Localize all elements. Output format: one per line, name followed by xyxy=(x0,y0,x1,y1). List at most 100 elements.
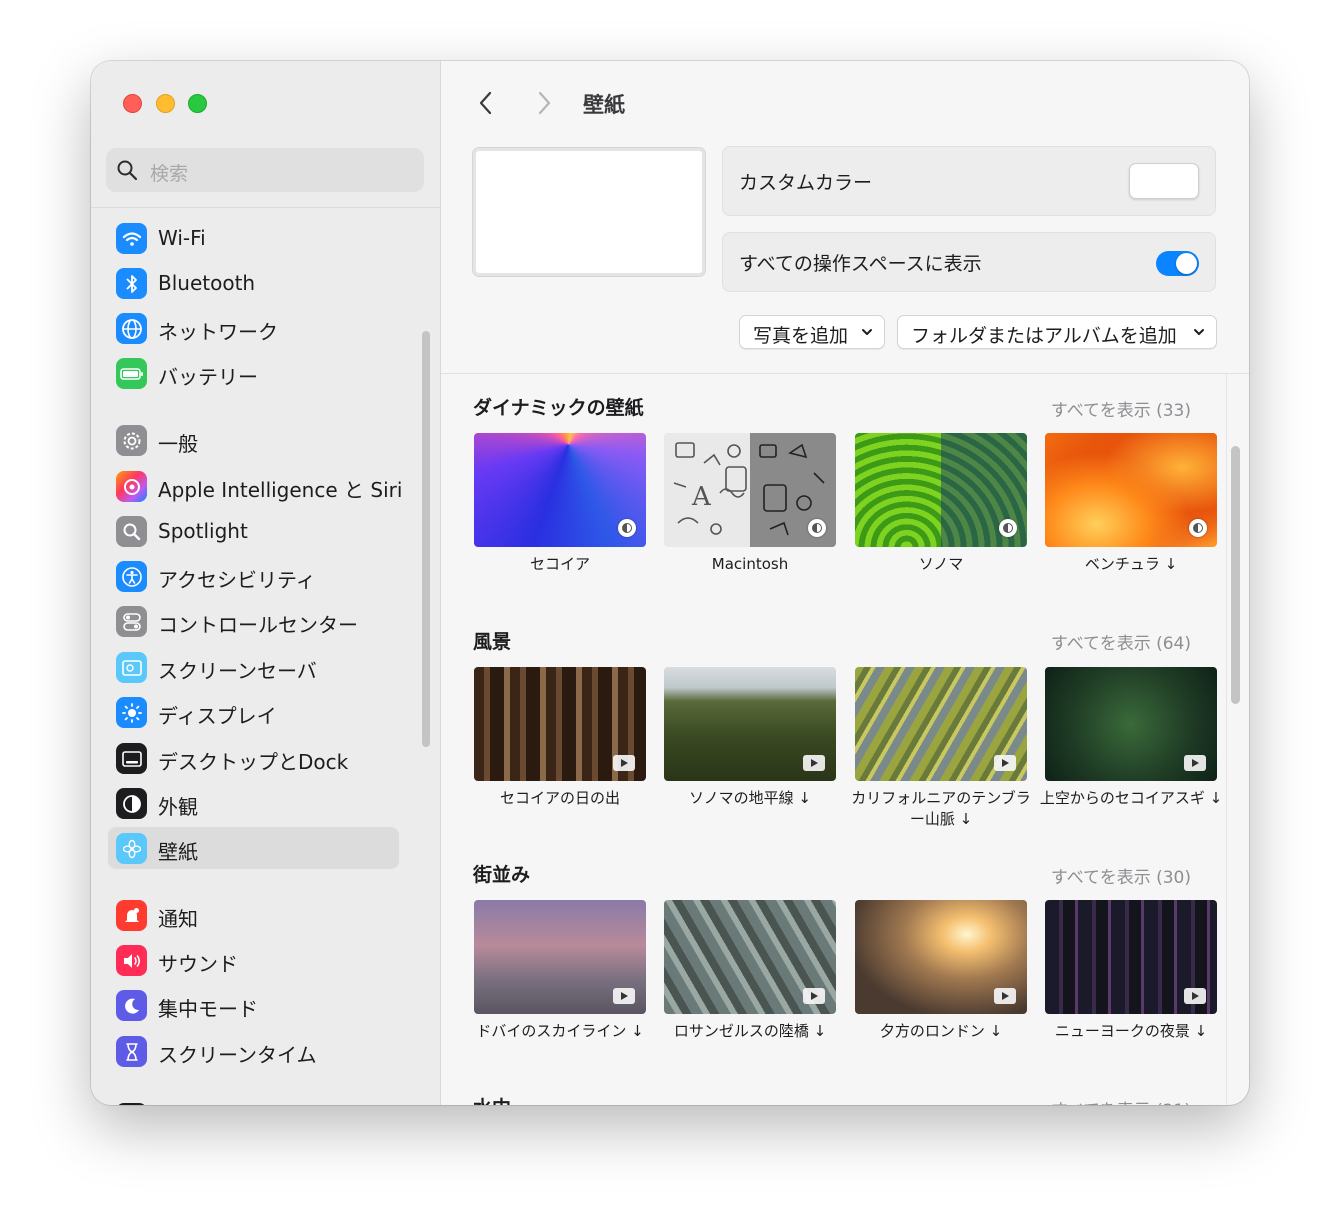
wallpaper-caption: カリフォルニアのテンブラー山脈 ↓ xyxy=(851,789,1031,828)
play-badge-icon xyxy=(1184,755,1206,771)
sidebar-item-accessibility[interactable]: アクセシビリティ xyxy=(108,555,399,597)
sidebar-item-sound[interactable]: サウンド xyxy=(108,939,399,981)
show-all-underwater[interactable]: すべてを表示 (21) xyxy=(1051,1096,1191,1105)
add-photo-label: 写真を追加 xyxy=(753,325,849,347)
wallpaper-thumb-sonoma-horizon[interactable] xyxy=(664,667,836,781)
sidebar-item-partial[interactable] xyxy=(108,1097,399,1105)
show-all-landscape[interactable]: すべてを表示 (64) xyxy=(1051,629,1191,654)
wallpaper-caption: ソノマ xyxy=(918,555,964,573)
section-title-landscape: 風景 xyxy=(473,631,512,653)
screensaver-icon xyxy=(116,652,147,683)
wallpaper-thumb-la-overpass[interactable] xyxy=(664,900,836,1014)
custom-color-label: カスタムカラー xyxy=(739,172,873,194)
sidebar-item-desktop-dock[interactable]: デスクトップとDock xyxy=(108,737,399,779)
play-badge-icon xyxy=(613,988,635,1004)
sun-icon xyxy=(116,697,147,728)
sidebar-item-wifi[interactable]: Wi-Fi xyxy=(108,217,399,259)
hourglass-icon xyxy=(116,1036,147,1067)
svg-text:A: A xyxy=(691,482,712,512)
search-icon xyxy=(117,160,138,181)
forward-chevron-icon[interactable] xyxy=(533,89,555,117)
wallpaper-thumb-london[interactable] xyxy=(855,900,1027,1014)
sidebar-item-notifications[interactable]: 通知 xyxy=(108,894,399,936)
wallpaper-caption: 上空からのセコイアスギ ↓ xyxy=(1039,789,1223,807)
wallpaper-icon xyxy=(116,833,147,864)
show-all-cityscape[interactable]: すべてを表示 (30) xyxy=(1051,863,1191,888)
add-folder-popup[interactable]: フォルダまたはアルバムを追加 xyxy=(897,315,1217,349)
play-badge-icon xyxy=(994,988,1016,1004)
sidebar-item-screensaver[interactable]: スクリーンセーバ xyxy=(108,646,399,688)
sidebar-item-spotlight[interactable]: Spotlight xyxy=(108,510,399,552)
wallpaper-caption: ソノマの地平線 ↓ xyxy=(689,789,811,807)
wallpaper-caption: ドバイのスカイライン ↓ xyxy=(476,1022,644,1040)
color-swatch-button[interactable] xyxy=(1129,163,1199,199)
dynamic-badge-icon xyxy=(618,519,636,537)
wallpaper-thumb-macintosh[interactable]: A xyxy=(664,433,836,547)
sidebar-item-screen-time[interactable]: スクリーンタイム xyxy=(108,1030,399,1072)
wallpaper-caption: ロサンゼルスの陸橋 ↓ xyxy=(673,1022,827,1040)
wallpaper-caption: 夕方のロンドン ↓ xyxy=(879,1022,1003,1040)
sidebar-item-label: アクセシビリティ xyxy=(158,568,316,592)
sidebar-item-focus[interactable]: 集中モード xyxy=(108,984,399,1026)
wifi-icon xyxy=(116,223,147,254)
sidebar-item-label: 集中モード xyxy=(158,997,258,1021)
moon-icon xyxy=(116,990,147,1021)
section-title-cityscape: 街並み xyxy=(473,864,531,886)
add-photo-popup[interactable]: 写真を追加 xyxy=(739,315,885,349)
sidebar-item-bluetooth[interactable]: Bluetooth xyxy=(108,262,399,304)
sidebar-item-network[interactable]: ネットワーク xyxy=(108,307,399,349)
minimize-window-button[interactable] xyxy=(156,94,175,113)
zoom-window-button[interactable] xyxy=(188,94,207,113)
sidebar-item-label: バッテリー xyxy=(158,365,258,389)
wallpaper-thumb-dubai[interactable] xyxy=(474,900,646,1014)
wallpaper-thumb-ventura[interactable] xyxy=(1045,433,1217,547)
sidebar-item-label: 通知 xyxy=(158,907,198,931)
page-title: 壁紙 xyxy=(583,93,625,117)
partial-item-icon xyxy=(116,1103,147,1105)
wallpaper-thumb-redwoods-above[interactable] xyxy=(1045,667,1217,781)
all-spaces-toggle[interactable] xyxy=(1156,251,1199,276)
sidebar-item-label: Spotlight xyxy=(158,519,248,543)
wallpaper-thumb-new-york[interactable] xyxy=(1045,900,1217,1014)
play-badge-icon xyxy=(803,755,825,771)
magnifier-icon xyxy=(116,516,147,547)
sidebar-item-apple-intelligence-siri[interactable]: Apple Intelligence と Siri xyxy=(108,465,403,507)
close-window-button[interactable] xyxy=(123,94,142,113)
sidebar-item-battery[interactable]: バッテリー xyxy=(108,352,399,394)
sidebar-item-appearance[interactable]: 外観 xyxy=(108,782,399,824)
gear-icon xyxy=(116,425,147,456)
sidebar-item-wallpaper[interactable]: 壁紙 xyxy=(108,827,399,869)
sidebar-item-label: スクリーンタイム xyxy=(158,1043,317,1067)
sidebar-item-label: コントロールセンター xyxy=(158,613,358,637)
sidebar-item-label: ネットワーク xyxy=(158,320,278,344)
dynamic-badge-icon xyxy=(1189,519,1207,537)
sidebar-item-displays[interactable]: ディスプレイ xyxy=(108,691,399,733)
dynamic-badge-icon xyxy=(808,519,826,537)
search-placeholder: 検索 xyxy=(150,163,189,185)
add-folder-label: フォルダまたはアルバムを追加 xyxy=(911,325,1177,347)
sidebar-item-control-center[interactable]: コントロールセンター xyxy=(108,600,399,642)
play-badge-icon xyxy=(1184,988,1206,1004)
wallpaper-caption: ニューヨークの夜景 ↓ xyxy=(1054,1022,1208,1040)
back-chevron-icon[interactable] xyxy=(475,89,497,117)
wallpaper-thumb-sonoma[interactable] xyxy=(855,433,1027,547)
sidebar-scrollbar[interactable] xyxy=(422,331,430,747)
search-field[interactable]: 検索 xyxy=(106,148,424,192)
appearance-icon xyxy=(116,788,147,819)
sidebar-item-general[interactable]: 一般 xyxy=(108,419,399,461)
show-all-dynamic[interactable]: すべてを表示 (33) xyxy=(1051,396,1191,421)
wallpaper-thumb-temblor-range[interactable] xyxy=(855,667,1027,781)
main-scroll-track xyxy=(1226,374,1227,1105)
control-center-icon xyxy=(116,606,147,637)
sidebar-item-label: Apple Intelligence と Siri xyxy=(158,478,403,502)
section-title-underwater: 水中 xyxy=(473,1093,511,1105)
all-spaces-row: すべての操作スペースに表示 xyxy=(722,232,1216,292)
battery-icon xyxy=(116,358,147,389)
sidebar-item-label: Bluetooth xyxy=(158,271,256,295)
main-pane: 壁紙 カスタムカラー すべての操作スペースに表示 写真を追加 フォルダまたはアル… xyxy=(441,61,1249,1105)
main-scrollbar[interactable] xyxy=(1231,446,1240,704)
sidebar-item-label: 外観 xyxy=(158,795,198,819)
wallpaper-thumb-sequoia[interactable] xyxy=(474,433,646,547)
bluetooth-icon xyxy=(116,268,147,299)
wallpaper-thumb-sequoia-sunrise[interactable] xyxy=(474,667,646,781)
